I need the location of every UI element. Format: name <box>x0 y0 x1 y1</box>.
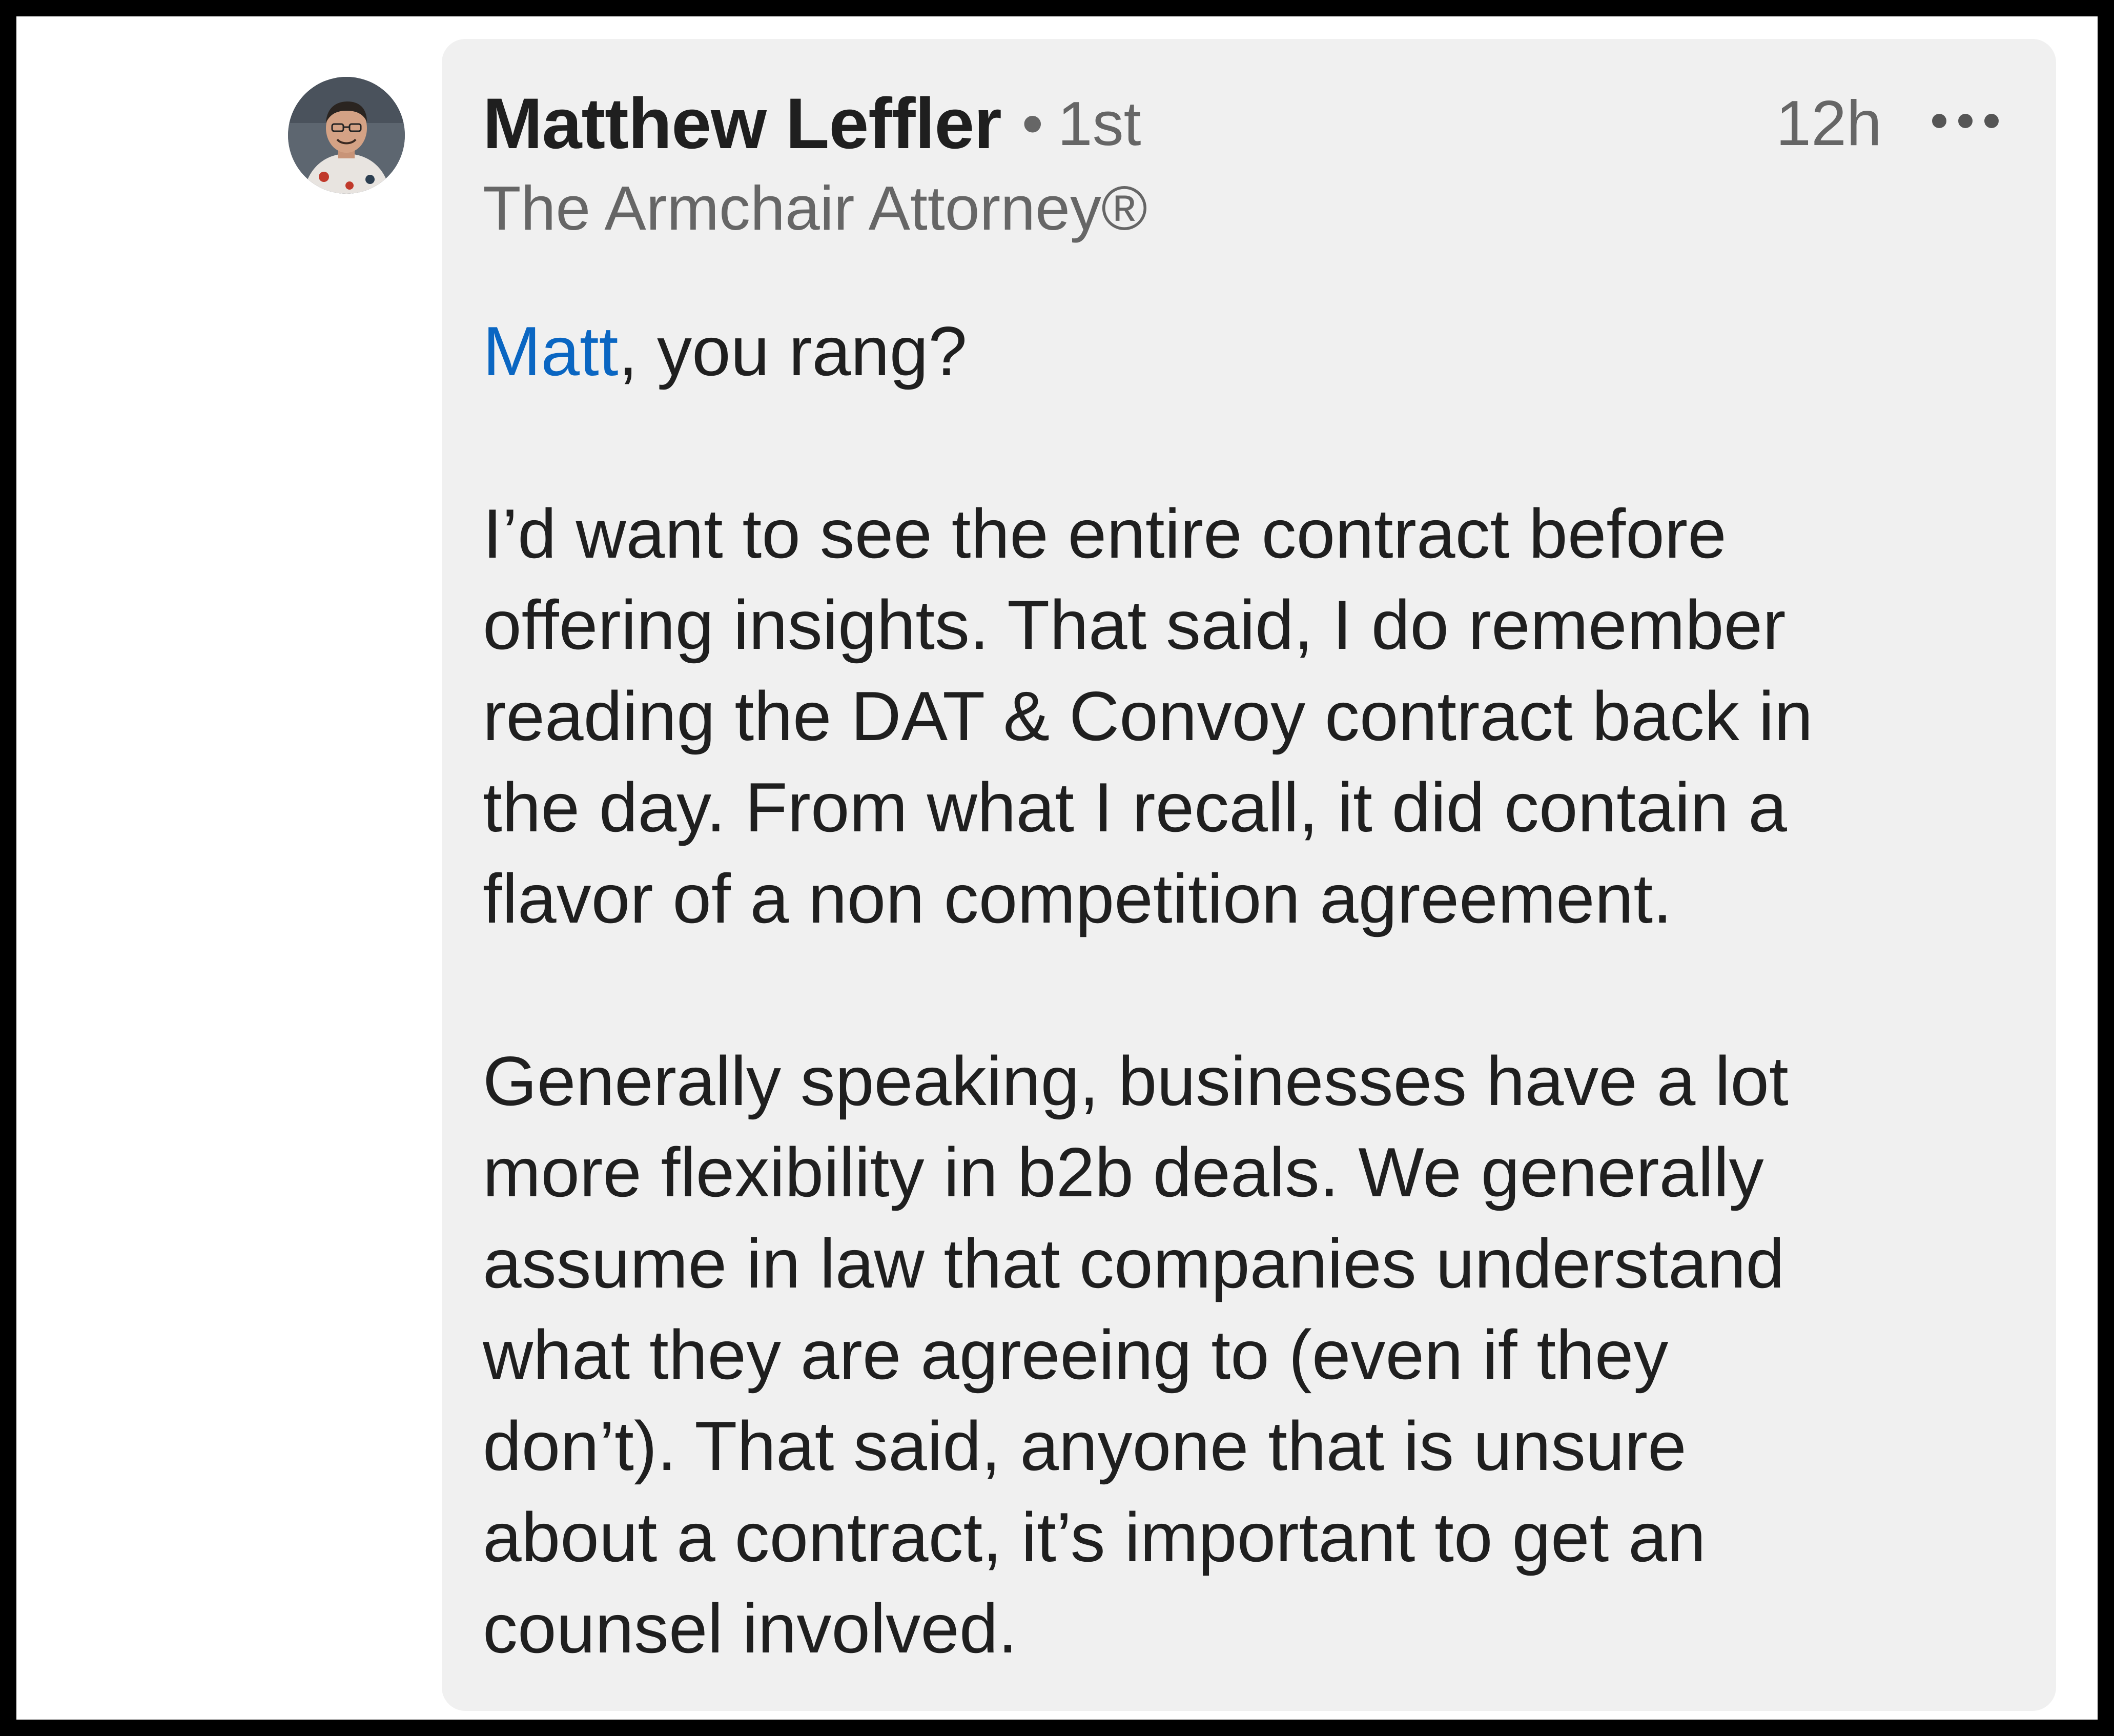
greeting-line: Matt, you rang? <box>483 305 2030 397</box>
paragraph-2: Generally speaking, businesses have a lo… <box>483 1035 2030 1674</box>
body-line: what they are agreeing to (even if they <box>483 1316 1669 1394</box>
separator-dot: • <box>1021 89 1043 158</box>
author-name[interactable]: Matthew Leffler <box>483 82 1002 165</box>
body-line: don’t). That said, anyone that is unsure <box>483 1407 1687 1485</box>
ellipsis-icon <box>1958 114 1973 128</box>
body-line: assume in law that companies understand <box>483 1224 1785 1302</box>
avatar-photo-icon <box>288 77 405 194</box>
author-row: Matthew Leffler • 1st <box>483 82 1141 165</box>
body-line: reading the DAT & Convoy contract back i… <box>483 677 1813 755</box>
author-avatar[interactable] <box>288 77 405 194</box>
greeting-text: , you rang? <box>618 312 967 390</box>
ellipsis-icon <box>1932 114 1946 128</box>
comment-timestamp: 12h <box>1776 88 1882 159</box>
body-line: Generally speaking, businesses have a lo… <box>483 1042 1789 1120</box>
more-options-button[interactable] <box>1932 111 1999 131</box>
body-line: flavor of a non competition agreement. <box>483 860 1672 937</box>
paragraph-1: I’d want to see the entire contract befo… <box>483 488 2030 944</box>
body-line: about a contract, it’s important to get … <box>483 1498 1706 1576</box>
comment-body: Matt, you rang? I’d want to see the enti… <box>483 305 2030 1674</box>
body-line: more flexibility in b2b deals. We genera… <box>483 1133 1764 1211</box>
comment-bubble: Matthew Leffler • 1st 12h The Armchair A… <box>442 39 2056 1711</box>
body-line: offering insights. That said, I do remem… <box>483 586 1786 664</box>
ellipsis-icon <box>1984 114 1999 128</box>
body-line: the day. From what I recall, it did cont… <box>483 768 1787 846</box>
page-frame: Matthew Leffler • 1st 12h The Armchair A… <box>16 16 2098 1720</box>
author-headline: The Armchair Attorney® <box>483 173 1147 243</box>
body-line: I’d want to see the entire contract befo… <box>483 495 1727 573</box>
body-line: counsel involved. <box>483 1589 1018 1667</box>
connection-degree: 1st <box>1057 89 1141 158</box>
mention-link[interactable]: Matt <box>483 312 619 390</box>
